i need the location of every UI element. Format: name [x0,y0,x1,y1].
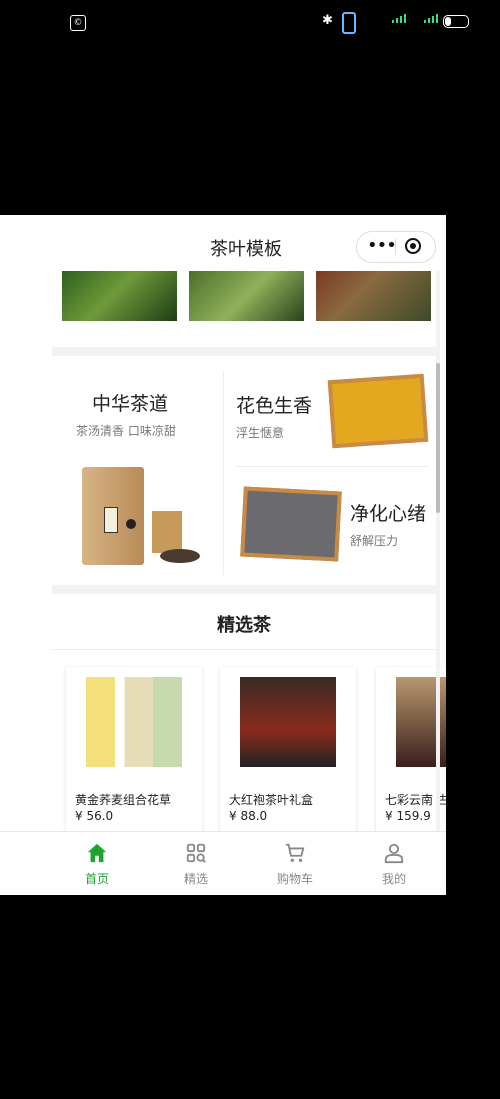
vibrate-icon [342,12,356,34]
user-icon [384,843,404,864]
tab-cart[interactable]: 购物车 [250,842,340,887]
product-name: 黄金荞麦组合花草 [75,793,172,807]
home-scroll[interactable]: 中华茶道 茶汤清香 口味凉甜 花色生香 浮生惬意 净化心绪 舒解压力 精选茶 黄… [0,271,446,831]
tab-label: 精选 [183,872,208,886]
grid-icon [186,843,206,863]
banner-image-2[interactable] [189,271,304,321]
flower-tea-tray-image [327,373,429,449]
category-subtitle: 舒解压力 [350,534,399,548]
status-bar: © ✱ [0,0,500,44]
navigation-bar: 茶叶模板 ••• [0,215,446,271]
bluetooth-icon: ✱ [322,13,333,28]
tea-bowl-image [160,549,200,563]
lavender-tray-image [240,486,342,562]
scrollbar-thumb[interactable] [436,363,440,513]
close-target-icon[interactable] [405,238,421,254]
tab-bar: 首页 精选 购物车 我的 [0,831,446,895]
more-icon[interactable]: ••• [367,235,397,257]
home-icon [87,843,107,863]
tea-bag-image [82,467,144,565]
signal-icon-2 [424,14,438,23]
category-heading: 花色生香 [236,395,313,417]
battery-icon [443,15,469,28]
capsule-divider [395,239,396,255]
scroll-track [436,271,440,831]
category-calm-mind[interactable]: 净化心绪 舒解压力 [350,499,426,549]
product-card[interactable]: 大红袍茶叶礼盒 ¥ 88.0 [220,667,356,831]
banner-image-1[interactable] [62,271,177,321]
product-price: ¥ 159.9 [385,809,431,823]
product-card[interactable]: 黄金荞麦组合花草 ¥ 56.0 [66,667,202,831]
tab-profile[interactable]: 我的 [349,842,439,887]
notification-icon: © [70,15,86,31]
tab-label: 我的 [381,872,406,886]
tab-home[interactable]: 首页 [52,842,142,887]
product-image [86,677,182,767]
signal-icon [392,14,406,23]
bag-seal [126,519,136,529]
capsule-menu: ••• [356,231,436,263]
featured-section-title: 精选茶 [217,615,271,636]
category-subtitle: 浮生惬意 [236,426,285,440]
category-heading: 净化心绪 [350,503,427,525]
tea-caddy-image [152,511,182,553]
tab-label: 首页 [84,872,109,886]
tab-featured[interactable]: 精选 [151,842,241,887]
tab-label: 购物车 [276,872,313,886]
category-subtitle: 茶汤清香 口味凉甜 [76,424,176,438]
category-heading: 中华茶道 [92,393,169,415]
category-flower-tea[interactable]: 花色生香 浮生惬意 [236,391,312,441]
section-divider [52,585,436,594]
grid-divider-horizontal [236,466,428,467]
banner-image-3[interactable] [316,271,431,321]
mini-program-window: 茶叶模板 ••• 中华茶道 茶汤清香 口味凉甜 花色生香 浮生惬意 净化心绪 舒… [0,215,446,895]
product-name: 大红袍茶叶礼盒 [229,793,314,807]
cart-icon [285,843,305,862]
product-image [240,677,336,767]
section-title-underline [52,649,436,650]
grid-divider-vertical [223,371,224,575]
product-price: ¥ 88.0 [229,809,268,823]
product-price: ¥ 56.0 [75,809,114,823]
section-divider [52,347,436,356]
bag-label [104,507,118,533]
category-tea-ceremony[interactable]: 中华茶道 茶汤清香 口味凉甜 [76,389,176,439]
